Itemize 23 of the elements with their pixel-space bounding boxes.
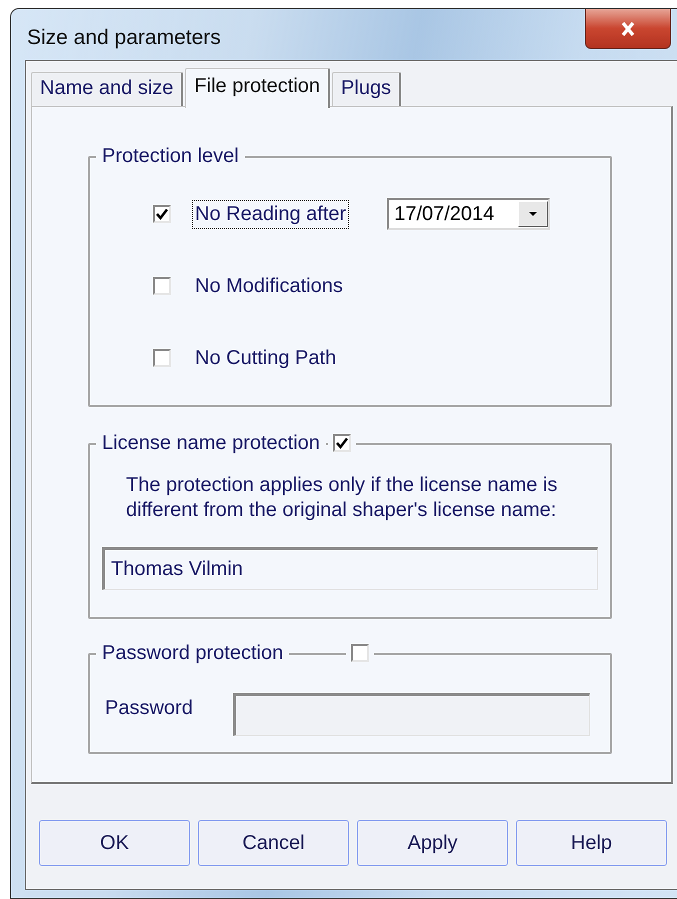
window-title: Size and parameters (27, 26, 221, 50)
date-field[interactable]: 17/07/2014 (387, 198, 550, 230)
checkbox[interactable] (153, 277, 171, 295)
close-icon (619, 20, 637, 36)
field-label: Password (105, 697, 194, 720)
tab[interactable]: Name and size (31, 72, 184, 106)
caret-icon (529, 212, 538, 216)
dialog-button[interactable]: Cancel (198, 820, 349, 866)
dialog-button[interactable]: Help (516, 820, 667, 866)
dialog-button[interactable]: Apply (357, 820, 508, 866)
close-button[interactable] (585, 9, 671, 49)
license-name-field[interactable]: Thomas Vilmin (102, 547, 598, 590)
description-text: The protection applies only if the license name is different from the original shaper's license name: (126, 473, 558, 523)
dialog-button[interactable]: OK (39, 820, 190, 866)
tab[interactable]: Plugs (332, 72, 402, 106)
tab[interactable]: File protection (185, 68, 330, 108)
dropdown-button[interactable] (518, 201, 548, 227)
checkbox-label[interactable]: No Reading after (192, 200, 350, 228)
password-field[interactable] (233, 693, 590, 736)
checkbox-label[interactable]: No Cutting Path (192, 344, 340, 372)
checkbox[interactable] (153, 205, 171, 223)
checkbox[interactable] (153, 349, 171, 367)
checkbox-label[interactable]: No Modifications (192, 272, 346, 300)
